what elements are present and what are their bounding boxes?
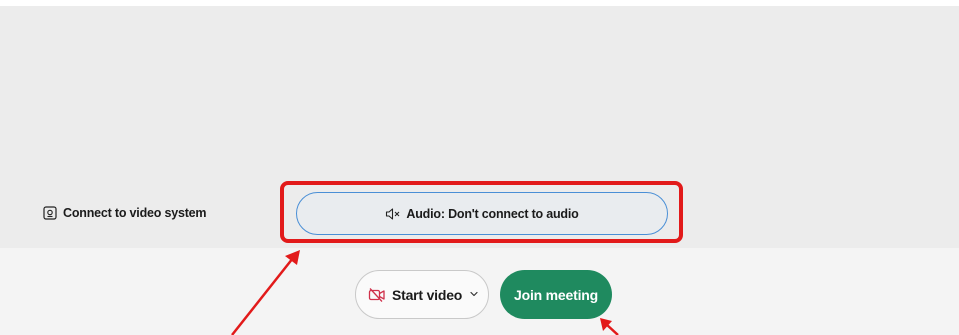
video-system-icon — [43, 206, 57, 220]
start-video-toggle[interactable]: Start video — [356, 287, 462, 303]
join-meeting-button[interactable]: Join meeting — [500, 270, 612, 319]
chevron-down-icon[interactable] — [468, 288, 480, 300]
join-meeting-label: Join meeting — [514, 286, 598, 303]
audio-connection-button[interactable]: Audio: Don't connect to audio — [296, 192, 668, 235]
connect-video-system-label: Connect to video system — [63, 206, 207, 220]
connect-video-system-button[interactable]: Connect to video system — [43, 206, 207, 220]
speaker-muted-icon — [385, 207, 401, 221]
meeting-preview-window: Connect to video system Audio: Don't con… — [0, 0, 959, 335]
video-off-icon — [368, 287, 386, 303]
start-video-label: Start video — [392, 286, 463, 303]
start-video-button[interactable]: Start video — [355, 270, 489, 319]
audio-connection-label: Audio: Don't connect to audio — [406, 206, 579, 221]
